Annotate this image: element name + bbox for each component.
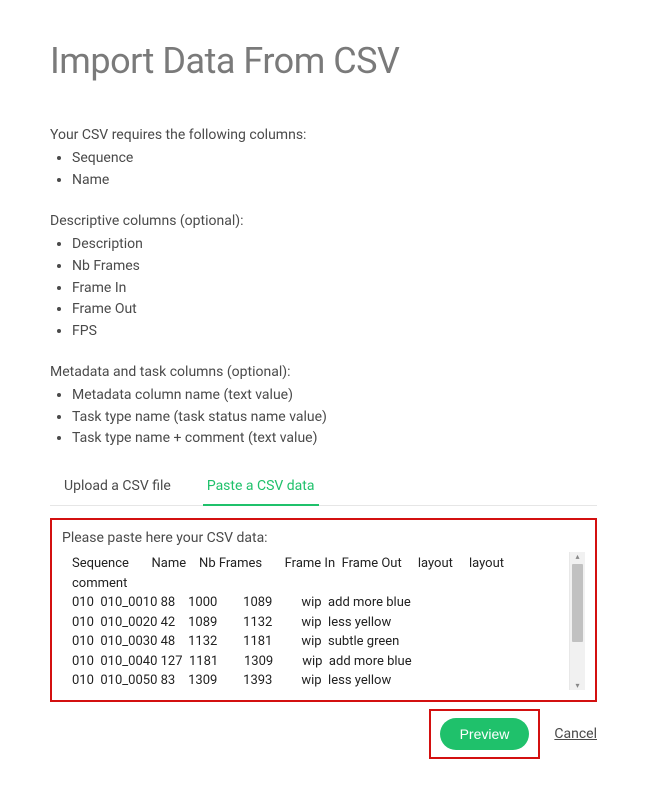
page-title: Import Data From CSV	[50, 40, 597, 82]
metadata-columns-heading: Metadata and task columns (optional):	[50, 361, 597, 383]
descriptive-col-frameout: Frame Out	[72, 299, 597, 321]
footer-actions: Preview Cancel	[50, 709, 597, 759]
textarea-scrollbar[interactable]	[569, 552, 585, 690]
metadata-col-tasktype: Task type name (task status name value)	[72, 407, 597, 429]
descriptive-columns-heading: Descriptive columns (optional):	[50, 210, 597, 232]
csv-data-textarea[interactable]	[62, 552, 569, 690]
metadata-col-tasktype-comment: Task type name + comment (text value)	[72, 428, 597, 450]
scrollbar-thumb[interactable]	[572, 564, 583, 642]
required-col-sequence: Sequence	[72, 148, 597, 170]
tabs: Upload a CSV file Paste a CSV data	[50, 468, 597, 506]
tab-upload-csv[interactable]: Upload a CSV file	[60, 468, 175, 506]
preview-button[interactable]: Preview	[440, 718, 530, 750]
cancel-link[interactable]: Cancel	[554, 726, 597, 742]
descriptive-col-nbframes: Nb Frames	[72, 256, 597, 278]
descriptive-col-fps: FPS	[72, 321, 597, 343]
descriptive-col-framein: Frame In	[72, 278, 597, 300]
descriptive-col-description: Description	[72, 234, 597, 256]
descriptive-columns-list: Description Nb Frames Frame In Frame Out…	[50, 234, 597, 342]
required-col-name: Name	[72, 170, 597, 192]
metadata-col-name: Metadata column name (text value)	[72, 385, 597, 407]
metadata-columns-list: Metadata column name (text value) Task t…	[50, 385, 597, 450]
paste-csv-section: Please paste here your CSV data:	[50, 518, 597, 702]
preview-highlight-box: Preview	[429, 709, 541, 759]
tab-paste-csv[interactable]: Paste a CSV data	[203, 468, 319, 506]
paste-csv-label: Please paste here your CSV data:	[62, 530, 585, 546]
required-columns-heading: Your CSV requires the following columns:	[50, 124, 597, 146]
required-columns-list: Sequence Name	[50, 148, 597, 191]
